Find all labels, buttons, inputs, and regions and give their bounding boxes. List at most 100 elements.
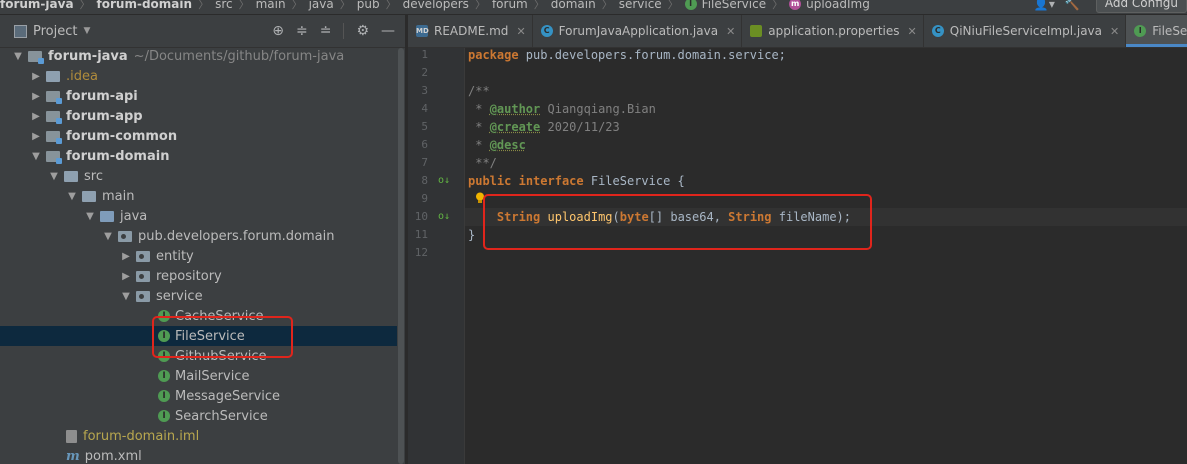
tree-item-iml-file[interactable]: forum-domain.iml [0, 426, 405, 446]
code-editor[interactable]: package pub.developers.forum.domain.serv… [465, 48, 1187, 464]
tab-qiniufileserviceimpl[interactable]: C QiNiuFileServiceImpl.java ✕ [924, 15, 1127, 47]
chevron-right-icon[interactable]: ▶ [120, 251, 132, 262]
breadcrumb-item[interactable]: forum-java [0, 0, 74, 11]
close-icon[interactable]: ✕ [908, 25, 917, 38]
close-icon[interactable]: ✕ [726, 25, 735, 38]
tab-application-properties[interactable]: application.properties ✕ [742, 15, 924, 47]
locate-file-icon[interactable]: ⊕ [272, 23, 284, 39]
tree-item-entity[interactable]: ▶ entity [0, 246, 405, 266]
collapse-all-icon[interactable]: ≐ [320, 23, 332, 39]
tree-item-service[interactable]: ▼ service [0, 286, 405, 306]
gear-icon[interactable]: ⚙ [356, 23, 369, 39]
tree-item-repository[interactable]: ▶ repository [0, 266, 405, 286]
tab-readme[interactable]: MD README.md ✕ [408, 15, 533, 47]
breadcrumb-item[interactable]: domain [551, 0, 596, 11]
tree-item-forum-domain[interactable]: ▼ forum-domain [0, 146, 405, 166]
tree-item-cacheservice[interactable]: I CacheService [0, 306, 405, 326]
line-number: 8 [421, 174, 428, 187]
tree-item-fileservice[interactable]: I FileService [0, 326, 405, 346]
breadcrumb-separator: 〉 [198, 0, 210, 11]
tree-item-path: ~/Documents/github/forum-java [133, 48, 345, 64]
chevron-down-icon[interactable]: ▼ [48, 171, 60, 182]
hide-panel-icon[interactable]: — [381, 23, 395, 39]
breadcrumb-item-uploadimg[interactable]: m uploadImg [789, 0, 870, 11]
breadcrumb-separator: 〉 [772, 0, 784, 11]
tree-item-forum-java[interactable]: ▼ forum-java ~/Documents/github/forum-ja… [0, 46, 405, 66]
tree-item-main[interactable]: ▼ main [0, 186, 405, 206]
class-icon: C [540, 25, 553, 37]
module-folder-icon [28, 50, 44, 64]
tree-item-java[interactable]: ▼ java [0, 206, 405, 226]
lightbulb-icon[interactable] [475, 192, 485, 204]
breadcrumb-item[interactable]: forum-domain [97, 0, 193, 11]
tree-item-forum-common[interactable]: ▶ forum-common [0, 126, 405, 146]
close-icon[interactable]: ✕ [516, 25, 525, 38]
breadcrumb-separator: 〉 [291, 0, 303, 11]
code-line-4: * @author Qiangqiang.Bian [468, 100, 656, 118]
breadcrumb-item-fileservice[interactable]: I FileService [684, 0, 767, 11]
tree-item-githubservice[interactable]: I GithubService [0, 346, 405, 366]
tree-item-label: pom.xml [84, 448, 142, 464]
chevron-down-icon[interactable]: ▼ [120, 291, 132, 302]
implementations-gutter-icon[interactable]: o↓ [438, 172, 450, 190]
tree-item-package-domain[interactable]: ▼ pub.developers.forum.domain [0, 226, 405, 246]
close-icon[interactable]: ✕ [1110, 25, 1119, 38]
tree-item-forum-app[interactable]: ▶ forum-app [0, 106, 405, 126]
tree-item-label: java [120, 208, 148, 224]
tree-item-searchservice[interactable]: I SearchService [0, 406, 405, 426]
chevron-right-icon[interactable]: ▶ [30, 91, 42, 102]
breadcrumb-item[interactable]: src [215, 0, 233, 11]
editor-gutter[interactable]: 1 2 3 4 5 6 7 8 9 10 11 12 o↓ o↓ [408, 48, 465, 464]
chevron-right-icon[interactable]: ▶ [30, 111, 42, 122]
breadcrumb-item-label: FileService [701, 0, 767, 11]
expand-all-icon[interactable]: ≑ [296, 23, 308, 39]
line-number: 1 [421, 48, 428, 61]
build-hammer-icon[interactable]: 🔨 [1065, 0, 1080, 11]
tab-fileservice[interactable]: I FileService.java ✕ [1126, 15, 1187, 47]
chevron-down-icon[interactable]: ▼ [66, 191, 78, 202]
tree-item-pom[interactable]: m pom.xml [0, 446, 405, 464]
breadcrumb-separator: 〉 [667, 0, 679, 11]
folder-icon [64, 170, 78, 182]
project-view-selector[interactable]: Project ▼ [14, 24, 90, 39]
code-text: FileService { [583, 174, 685, 188]
chevron-down-icon[interactable]: ▼ [84, 211, 96, 222]
add-configuration-button[interactable]: Add Configu [1095, 0, 1187, 13]
breadcrumb-item[interactable]: pub [357, 0, 380, 11]
chevron-right-icon[interactable]: ▶ [30, 71, 42, 82]
chevron-down-icon[interactable]: ▼ [102, 231, 114, 242]
project-panel-header: Project ▼ ⊕ ≑ ≐ ⚙ — [0, 15, 405, 48]
package-icon [118, 230, 132, 242]
breadcrumb-item[interactable]: main [256, 0, 286, 11]
tab-forumjavaapplication[interactable]: C ForumJavaApplication.java ✕ [533, 15, 743, 47]
project-scrollbar[interactable] [397, 48, 405, 464]
scrollbar-thumb[interactable] [398, 48, 404, 464]
chevron-right-icon[interactable]: ▶ [120, 271, 132, 282]
implementations-gutter-icon[interactable]: o↓ [438, 208, 450, 226]
package-icon [136, 250, 150, 262]
breadcrumb-item[interactable]: service [619, 0, 662, 11]
tree-item-messageservice[interactable]: I MessageService [0, 386, 405, 406]
chevron-down-icon[interactable]: ▼ [30, 151, 42, 162]
tree-item-src[interactable]: ▼ src [0, 166, 405, 186]
breadcrumb-item[interactable]: developers [403, 0, 469, 11]
line-number: 7 [421, 156, 428, 169]
code-text: [] base64, [648, 210, 729, 224]
tree-item-label: .idea [66, 68, 98, 84]
tree-item-label: forum-domain [66, 148, 170, 164]
tab-label: application.properties [768, 24, 900, 38]
tree-item-idea[interactable]: ▶ .idea [0, 66, 405, 86]
tree-item-mailservice[interactable]: I MailService [0, 366, 405, 386]
chevron-right-icon[interactable]: ▶ [30, 131, 42, 142]
tree-item-label: forum-app [66, 108, 143, 124]
user-icon[interactable]: 👤▾ [1034, 0, 1055, 11]
chevron-down-icon[interactable]: ▼ [12, 51, 24, 62]
breadcrumb-item[interactable]: java [309, 0, 334, 11]
tree-item-forum-api[interactable]: ▶ forum-api [0, 86, 405, 106]
interface-icon: I [158, 330, 170, 342]
code-line-7: **/ [468, 156, 497, 170]
keyword: package [468, 48, 519, 62]
breadcrumb-item[interactable]: forum [492, 0, 528, 11]
keyword: byte [619, 210, 649, 224]
tree-item-label: forum-java [48, 48, 128, 64]
